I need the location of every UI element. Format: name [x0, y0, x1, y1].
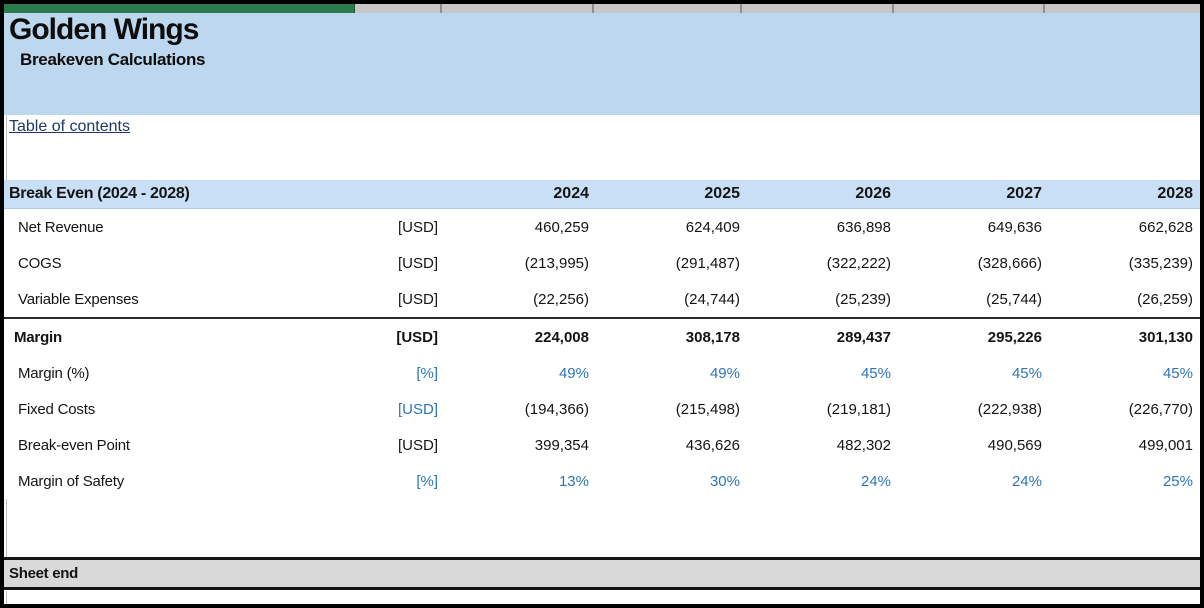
- cell-value: 49%: [709, 364, 740, 382]
- table-row: Margin of Safety [%] 13% 30% 24% 24% 25%: [4, 463, 1200, 499]
- cell-value: 45%: [1011, 364, 1042, 382]
- cell-value: (22,256): [533, 290, 589, 308]
- page-title: Golden Wings: [9, 13, 199, 46]
- cell-value: 490,569: [987, 436, 1042, 454]
- column-divider: [440, 4, 442, 13]
- table-header-row: Break Even (2024 - 2028) 2024 2025 2026 202…: [4, 180, 1200, 209]
- title-band: Golden Wings Breakeven Calculations: [4, 13, 1200, 115]
- row-unit: [USD]: [397, 436, 438, 454]
- column-divider: [592, 4, 594, 13]
- table-row: Break-even Point [USD] 399,354 436,626 482,3…: [4, 427, 1200, 463]
- table-of-contents-link[interactable]: Table of contents: [9, 118, 130, 136]
- table-row: Fixed Costs [USD] (194,366) (215,498) (219,1…: [4, 391, 1200, 427]
- row-unit: [%]: [416, 364, 438, 382]
- column-divider: [892, 4, 894, 13]
- cell-value: (26,259): [1137, 290, 1193, 308]
- table-row: Net Revenue [USD] 460,259 624,409 636,898 649…: [4, 209, 1200, 245]
- row-unit: [USD]: [397, 254, 438, 272]
- cell-value: (226,770): [1128, 400, 1193, 418]
- cell-value: (24,744): [684, 290, 740, 308]
- cell-value: 24%: [860, 472, 891, 490]
- cell-value: (194,366): [524, 400, 589, 418]
- row-label: Variable Expenses: [18, 290, 139, 308]
- cell-value: 30%: [709, 472, 740, 490]
- cell-value: 45%: [1162, 364, 1193, 382]
- cell-value: (222,938): [977, 400, 1042, 418]
- cell-value: 649,636: [987, 218, 1042, 236]
- grid-line: [6, 591, 7, 604]
- cell-value: 24%: [1011, 472, 1042, 490]
- cell-value: (328,666): [977, 254, 1042, 272]
- table-title: Break Even (2024 - 2028): [9, 185, 190, 202]
- row-unit: [USD]: [397, 290, 438, 308]
- cell-value: 45%: [860, 364, 891, 382]
- table-row: COGS [USD] (213,995) (291,487) (322,222) (328…: [4, 245, 1200, 281]
- sheet-end-label: Sheet end: [9, 565, 78, 582]
- cell-value: 624,409: [685, 218, 740, 236]
- cell-value: (213,995): [524, 254, 589, 272]
- cell-value: (215,498): [675, 400, 740, 418]
- year-header: 2025: [704, 185, 740, 202]
- row-unit: [USD]: [397, 218, 438, 236]
- cell-value: 436,626: [685, 436, 740, 454]
- row-label: Margin: [14, 328, 62, 346]
- column-divider: [740, 4, 742, 13]
- cell-value: 662,628: [1138, 218, 1193, 236]
- page-subtitle: Breakeven Calculations: [20, 50, 206, 70]
- cell-value: 301,130: [1138, 328, 1193, 346]
- row-label: COGS: [18, 254, 62, 272]
- row-label: Fixed Costs: [18, 400, 95, 418]
- table-row: Margin [USD] 224,008 308,178 289,437 295,226 3…: [4, 317, 1200, 355]
- cell-value: 482,302: [836, 436, 891, 454]
- row-unit: [USD]: [396, 328, 438, 346]
- row-label: Break-even Point: [18, 436, 130, 454]
- cell-value: 399,354: [534, 436, 589, 454]
- cell-value: (25,239): [835, 290, 891, 308]
- column-divider: [1043, 4, 1045, 13]
- row-label: Margin of Safety: [18, 472, 125, 490]
- cell-value: (291,487): [675, 254, 740, 272]
- row-unit: [%]: [416, 472, 438, 490]
- breakeven-table: Break Even (2024 - 2028) 2024 2025 2026 202…: [4, 180, 1200, 499]
- table-row: Variable Expenses [USD] (22,256) (24,744) (2…: [4, 281, 1200, 317]
- cell-value: 295,226: [987, 328, 1042, 346]
- cell-value: (335,239): [1128, 254, 1193, 272]
- year-header: 2028: [1157, 185, 1193, 202]
- cell-value: 460,259: [534, 218, 589, 236]
- cell-value: 13%: [558, 472, 589, 490]
- cell-value: 308,178: [685, 328, 740, 346]
- cell-value: 289,437: [836, 328, 891, 346]
- cell-value: 25%: [1162, 472, 1193, 490]
- table-body: Net Revenue [USD] 460,259 624,409 636,898 649…: [4, 209, 1200, 499]
- cell-value: 49%: [558, 364, 589, 382]
- green-progress-bar: [4, 4, 355, 13]
- cell-value: 224,008: [534, 328, 589, 346]
- row-label: Net Revenue: [18, 218, 104, 236]
- cell-value: (219,181): [826, 400, 891, 418]
- year-header: 2024: [553, 185, 589, 202]
- worksheet-frame: Golden Wings Breakeven Calculations Tabl…: [0, 0, 1204, 608]
- row-unit: [USD]: [397, 400, 438, 418]
- cell-value: (322,222): [826, 254, 891, 272]
- row-label: Margin (%): [18, 364, 90, 382]
- cell-value: 636,898: [836, 218, 891, 236]
- cell-value: 499,001: [1138, 436, 1193, 454]
- year-header: 2027: [1006, 185, 1042, 202]
- table-row: Margin (%) [%] 49% 49% 45% 45% 45%: [4, 355, 1200, 391]
- year-header: 2026: [855, 185, 891, 202]
- cell-value: (25,744): [986, 290, 1042, 308]
- sheet-end-bar: Sheet end: [4, 557, 1200, 590]
